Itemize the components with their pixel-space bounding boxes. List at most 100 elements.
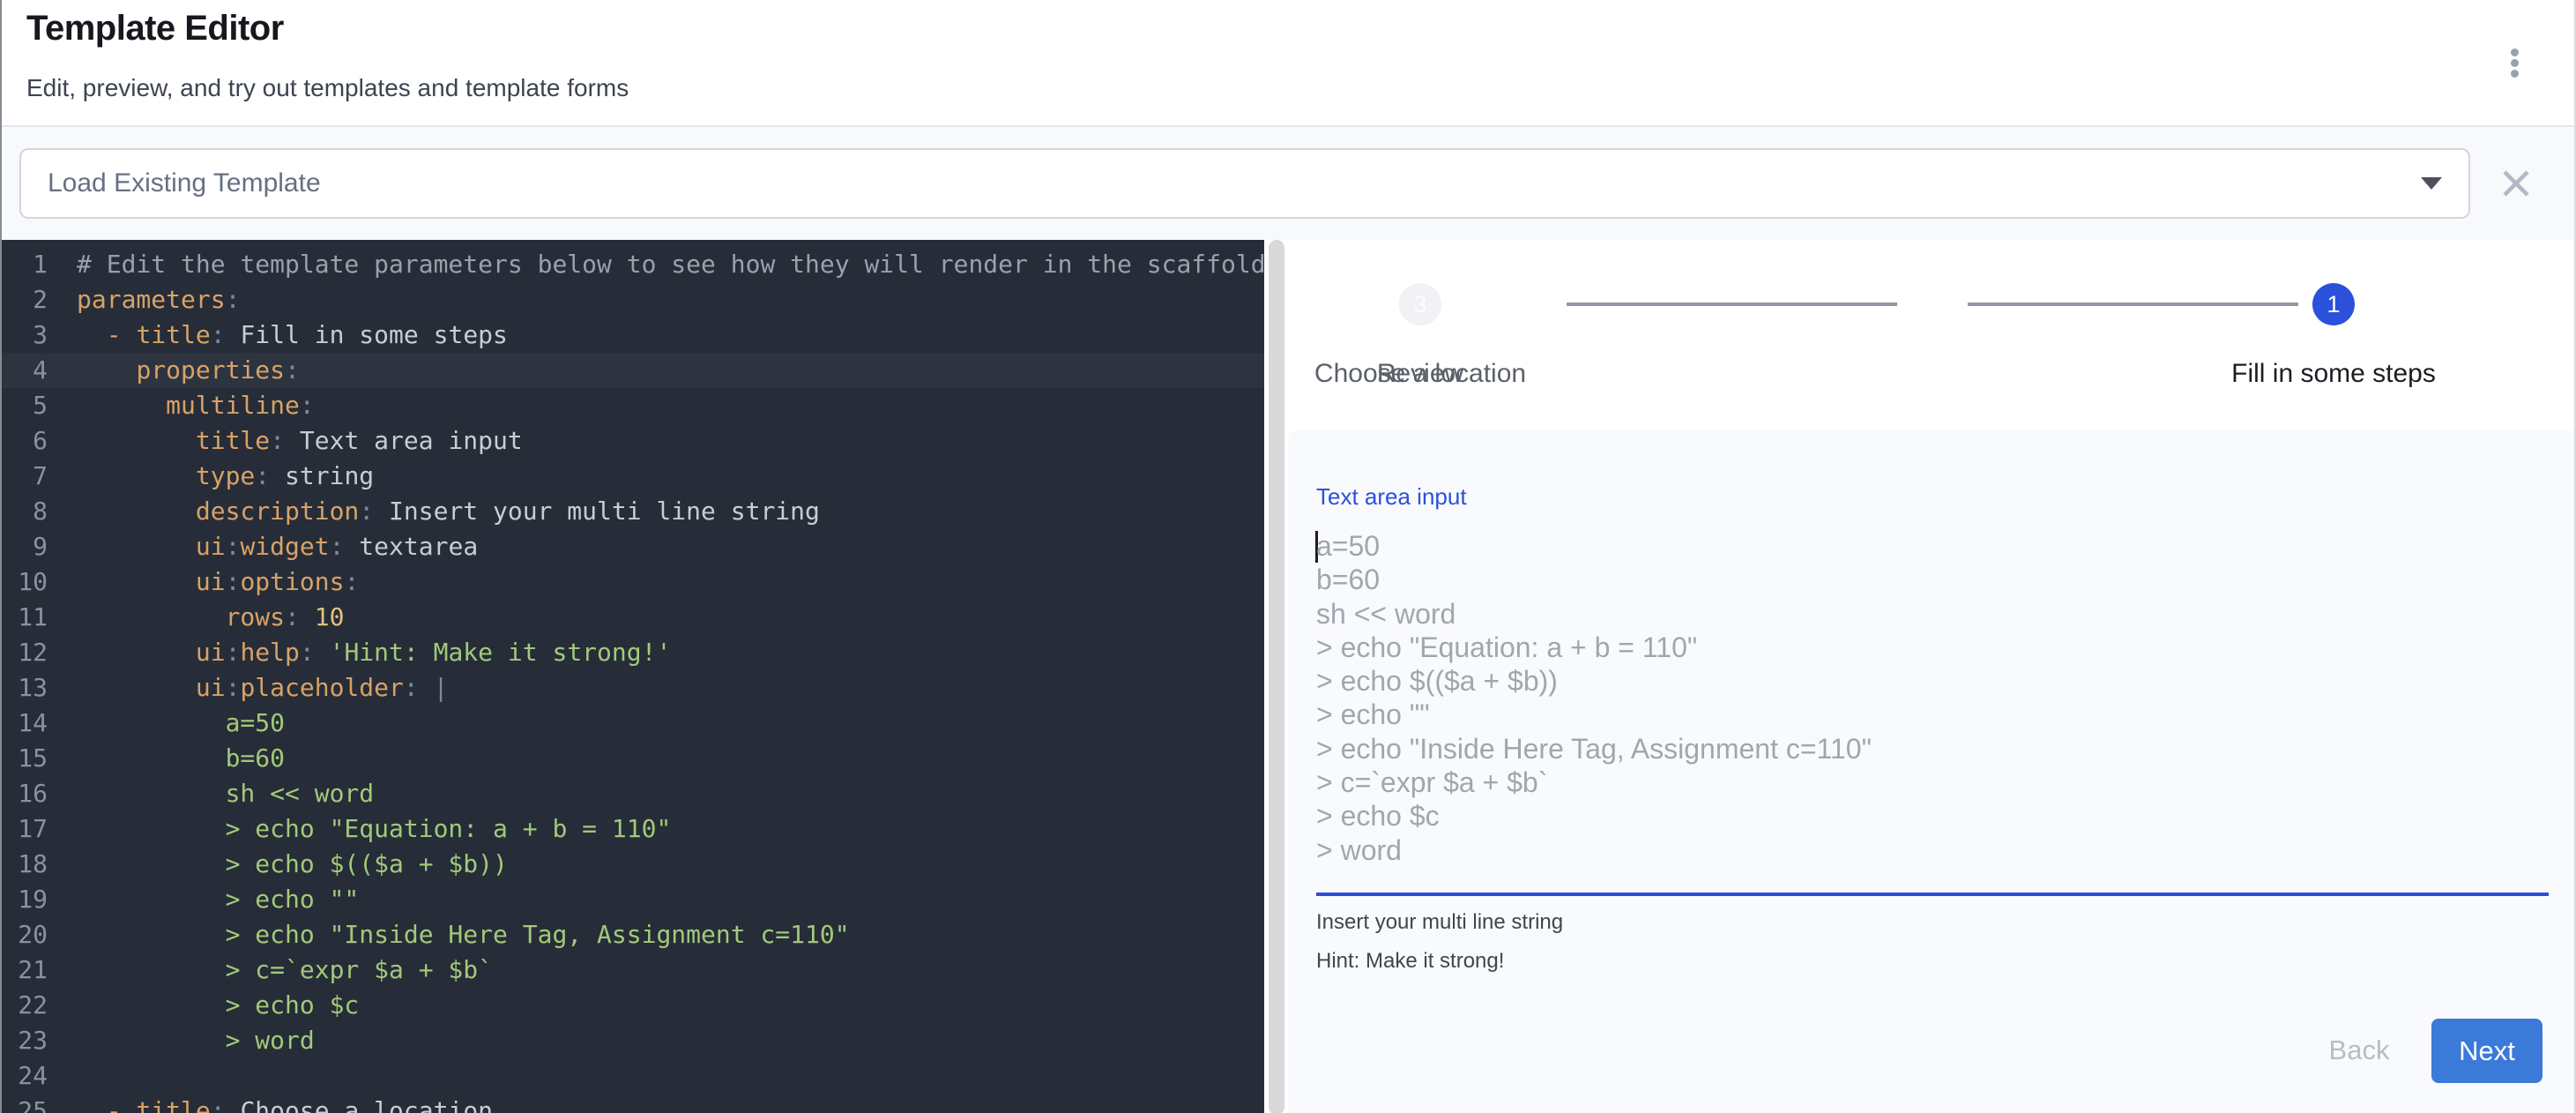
kebab-menu-icon	[2511, 49, 2519, 56]
step-circle: 1	[2312, 283, 2355, 325]
code-line[interactable]: 15 b=60	[2, 741, 1264, 776]
code-text: type: string	[48, 459, 374, 494]
dropdown-caret-icon	[2421, 177, 2442, 190]
line-number: 24	[2, 1058, 48, 1094]
input-focus-underline	[1316, 893, 2549, 896]
placeholder-line: b=60	[1316, 563, 2539, 596]
field-hint: Hint: Make it strong!	[1316, 949, 1504, 974]
step-connector	[1567, 303, 1897, 306]
placeholder-line: > echo "Inside Here Tag, Assignment c=11…	[1316, 732, 2539, 766]
multiline-textarea[interactable]: a=50b=60sh << word> echo "Equation: a + …	[1316, 529, 2539, 873]
code-line[interactable]: 17 > echo "Equation: a + b = 110"	[2, 811, 1264, 847]
code-text: > echo ""	[48, 882, 359, 917]
code-line[interactable]: 21 > c=`expr $a + $b`	[2, 952, 1264, 988]
line-number: 17	[2, 811, 48, 847]
line-number: 16	[2, 776, 48, 811]
placeholder-line: > word	[1316, 833, 2539, 867]
step-circle: 3	[1399, 283, 1441, 325]
code-line[interactable]: 20 > echo "Inside Here Tag, Assignment c…	[2, 917, 1264, 952]
code-text: ui:options:	[48, 564, 359, 600]
line-number: 7	[2, 459, 48, 494]
line-number: 1	[2, 247, 48, 282]
code-text: > word	[48, 1023, 315, 1058]
stepper: 1Fill in some steps2Choose a location3Re…	[1288, 240, 2574, 430]
page-header: Template Editor Edit, preview, and try o…	[2, 0, 2574, 127]
code-text: ui:help: 'Hint: Make it strong!'	[48, 635, 671, 670]
code-line[interactable]: 13 ui:placeholder: |	[2, 670, 1264, 706]
code-line[interactable]: 23 > word	[2, 1023, 1264, 1058]
step-label: Fill in some steps	[2201, 359, 2466, 389]
code-text: > c=`expr $a + $b`	[48, 952, 493, 988]
code-text: sh << word	[48, 776, 374, 811]
kebab-menu-icon	[2511, 59, 2519, 67]
code-line[interactable]: 2parameters:	[2, 282, 1264, 317]
line-number: 25	[2, 1094, 48, 1113]
code-line[interactable]: 10 ui:options:	[2, 564, 1264, 600]
code-line[interactable]: 1# Edit the template parameters below to…	[2, 247, 1264, 282]
step-review: 3Review	[1288, 283, 1552, 389]
editor-scrollbar[interactable]	[1269, 240, 1284, 1113]
code-text: > echo "Inside Here Tag, Assignment c=11…	[48, 917, 850, 952]
code-line[interactable]: 16 sh << word	[2, 776, 1264, 811]
code-line[interactable]: 6 title: Text area input	[2, 423, 1264, 459]
line-number: 21	[2, 952, 48, 988]
code-line[interactable]: 9 ui:widget: textarea	[2, 529, 1264, 564]
code-text: properties:	[48, 353, 300, 388]
line-number: 22	[2, 988, 48, 1023]
line-number: 13	[2, 670, 48, 706]
code-line[interactable]: 14 a=50	[2, 706, 1264, 741]
code-text: # Edit the template parameters below to …	[48, 247, 1264, 282]
placeholder-line: > echo "Equation: a + b = 110"	[1316, 631, 2539, 664]
load-template-bar: Load Existing Template	[2, 127, 2574, 240]
next-button[interactable]: Next	[2431, 1019, 2542, 1083]
more-options-button[interactable]	[2495, 35, 2534, 90]
code-line[interactable]: 11 rows: 10	[2, 600, 1264, 635]
line-number: 3	[2, 317, 48, 353]
code-line[interactable]: 25 - title: Choose a location	[2, 1094, 1264, 1113]
code-line[interactable]: 5 multiline:	[2, 388, 1264, 423]
line-number: 14	[2, 706, 48, 741]
code-text	[48, 1058, 77, 1094]
code-line[interactable]: 24	[2, 1058, 1264, 1094]
close-icon	[2502, 169, 2530, 198]
code-editor[interactable]: 1# Edit the template parameters below to…	[2, 240, 1264, 1113]
placeholder-line: > c=`expr $a + $b`	[1316, 766, 2539, 799]
close-button[interactable]	[2495, 148, 2537, 219]
line-number: 18	[2, 847, 48, 882]
code-text: > echo "Equation: a + b = 110"	[48, 811, 671, 847]
code-line[interactable]: 18 > echo $(($a + $b))	[2, 847, 1264, 882]
code-line[interactable]: 19 > echo ""	[2, 882, 1264, 917]
code-line[interactable]: 22 > echo $c	[2, 988, 1264, 1023]
code-text: b=60	[48, 741, 285, 776]
code-text: a=50	[48, 706, 285, 741]
select-placeholder: Load Existing Template	[48, 168, 321, 198]
placeholder-line: a=50	[1316, 529, 2539, 563]
back-button[interactable]: Back	[2306, 1020, 2412, 1081]
code-text: rows: 10	[48, 600, 344, 635]
code-text: description: Insert your multi line stri…	[48, 494, 820, 529]
field-label: Text area input	[1316, 483, 1467, 511]
line-number: 2	[2, 282, 48, 317]
line-number: 9	[2, 529, 48, 564]
code-line[interactable]: 12 ui:help: 'Hint: Make it strong!'	[2, 635, 1264, 670]
step-fill-in-some-steps: 1 Fill in some steps	[2201, 283, 2466, 389]
code-text: title: Text area input	[48, 423, 523, 459]
page-title: Template Editor	[26, 9, 284, 49]
code-text: ui:placeholder: |	[48, 670, 448, 706]
kebab-menu-icon	[2511, 70, 2519, 78]
code-line[interactable]: 3 - title: Fill in some steps	[2, 317, 1264, 353]
code-text: - title: Choose a location	[48, 1094, 493, 1113]
placeholder-line: > echo $c	[1316, 799, 2539, 833]
line-number: 6	[2, 423, 48, 459]
code-line[interactable]: 7 type: string	[2, 459, 1264, 494]
line-number: 19	[2, 882, 48, 917]
line-number: 11	[2, 600, 48, 635]
line-number: 20	[2, 917, 48, 952]
code-line[interactable]: 4 properties:	[2, 353, 1264, 388]
line-number: 10	[2, 564, 48, 600]
code-text: > echo $(($a + $b))	[48, 847, 508, 882]
placeholder-line: > echo $(($a + $b))	[1316, 664, 2539, 698]
load-template-select[interactable]: Load Existing Template	[19, 148, 2470, 219]
code-line[interactable]: 8 description: Insert your multi line st…	[2, 494, 1264, 529]
line-number: 4	[2, 353, 48, 388]
